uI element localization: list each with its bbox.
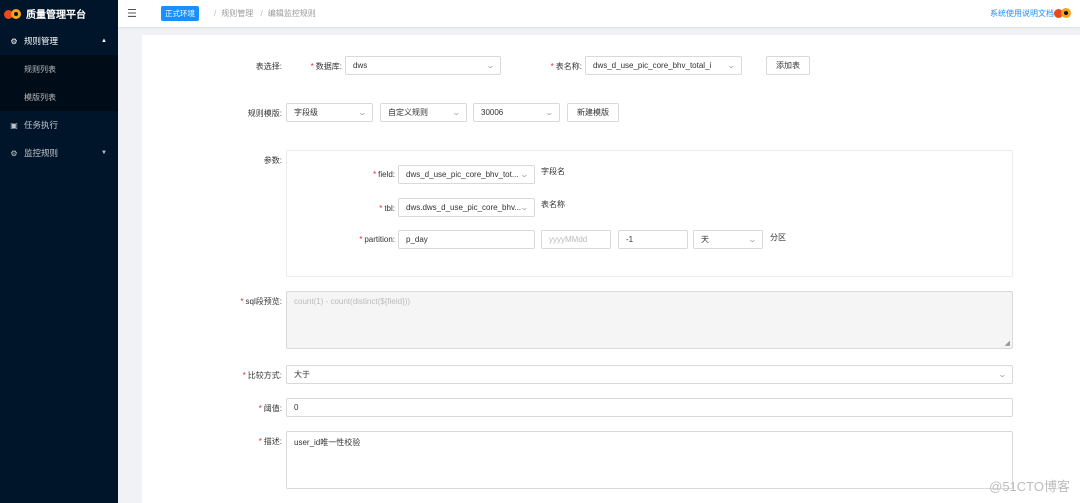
chevron-down-icon: ⌄ [544,108,555,117]
sidebar-item-label: 监控规则 [24,148,59,158]
chevron-down-icon: ⌄ [357,108,368,117]
sidebar-item-rule-management[interactable]: ⚙ 规则管理 ▲ [0,27,118,55]
compare-select[interactable]: 大于 ⌄ [286,365,1013,384]
partition-hint: 分区 [770,233,786,242]
menu-toggle-icon[interactable]: ☰ [127,7,139,20]
chevron-down-icon: ▼ [101,150,107,156]
description-label: * 描述: [258,437,282,446]
tbl-param-select[interactable]: dws.dws_d_use_pic_core_bhv... ⌄ [398,198,535,217]
app-logo-icon [4,8,22,20]
tbl-param-label: * tbl: [379,204,395,213]
chevron-down-icon: ⌄ [485,61,496,70]
gear-icon: ⚙ [10,36,18,46]
field-param-label: * field: [372,170,395,179]
environment-badge: 正式环境 [161,6,199,21]
sql-preview-textarea: count(1) - count(distinct(${field})) ◢ [286,291,1013,349]
sidebar-item-label: 规则列表 [24,64,56,74]
chevron-down-icon: ⌄ [519,170,530,179]
chevron-up-icon: ▲ [101,38,107,44]
sidebar-item-label: 规则管理 [24,36,59,46]
table-name-label: * 表名称: [550,62,582,71]
database-label: * 数据库: [310,62,342,71]
description-textarea[interactable]: user_id唯一性校验 [286,431,1013,489]
sidebar-item-label: 任务执行 [24,120,59,130]
template-type-select[interactable]: 自定义规则 ⌄ [380,103,467,122]
partition-offset-input[interactable]: -1 [618,230,688,249]
chevron-down-icon: ⌄ [726,61,737,70]
sidebar-item-task-execution[interactable]: ▣ 任务执行 [0,111,118,139]
sql-preview-label: * sql段预览: [240,297,282,306]
template-level-select[interactable]: 字段级 ⌄ [286,103,373,122]
breadcrumb-item[interactable]: 规则管理 [221,9,253,18]
chevron-down-icon: ⌄ [997,370,1008,379]
sidebar: 质量管理平台 ⚙ 规则管理 ▲ 规则列表 模版列表 ▣ 任务执行 ⚙ 监控规则 … [0,0,118,503]
params-panel [286,150,1013,277]
sidebar-submenu: 规则列表 模版列表 [0,55,118,111]
partition-unit-select[interactable]: 天 ⌄ [693,230,763,249]
sidebar-item-label: 模版列表 [24,92,56,102]
doc-link[interactable]: 系统使用说明文档 [990,8,1054,19]
resize-handle-icon[interactable]: ◢ [1005,339,1010,347]
template-id-select[interactable]: 30006 ⌄ [473,103,560,122]
edit-rule-form: 表选择: * 数据库: dws ⌄ * 表名称: dws_d_use_pic_core… [142,35,1080,503]
template-label: 规则模版: [247,109,282,118]
field-param-select[interactable]: dws_d_use_pic_core_bhv_tot... ⌄ [398,165,535,184]
breadcrumb-item: 编辑监控规则 [267,9,316,18]
chevron-down-icon: ⌄ [451,108,462,117]
gear-icon: ⚙ [10,148,18,158]
sidebar-item-template-list[interactable]: 模版列表 [0,83,118,111]
chevron-down-icon: ⌄ [519,203,530,212]
brand[interactable]: 质量管理平台 [0,0,118,27]
database-select[interactable]: dws ⌄ [345,56,501,75]
partition-param-label: * partition: [359,235,395,244]
breadcrumb: / 规则管理 / 编辑监控规则 [214,9,316,18]
sidebar-item-rule-list[interactable]: 规则列表 [0,55,118,83]
field-param-hint: 字段名 [541,167,565,176]
partition-field-input[interactable]: p_day [398,230,535,249]
table-name-select[interactable]: dws_d_use_pic_core_bhv_total_i ⌄ [585,56,742,75]
params-label: 参数: [263,156,282,165]
tbl-param-hint: 表名称 [541,200,565,209]
top-header: ☰ 正式环境 / 规则管理 / 编辑监控规则 系统使用说明文档 [118,0,1080,27]
partition-format-input[interactable]: yyyyMMdd [541,230,611,249]
task-icon: ▣ [10,120,18,130]
threshold-input[interactable]: 0 [286,398,1013,417]
add-table-button[interactable]: 添加表 [766,56,810,75]
threshold-label: * 阈值: [258,404,282,413]
chevron-down-icon: ⌄ [747,235,758,244]
compare-label: * 比较方式: [242,371,282,380]
header-logo-icon [1054,7,1072,19]
new-template-button[interactable]: 新建模版 [567,103,619,122]
sidebar-item-monitor-rules[interactable]: ⚙ 监控规则 ▼ [0,139,118,167]
app-title: 质量管理平台 [26,10,86,21]
table-select-label: 表选择: [255,62,282,71]
watermark: @51CTO博客 [989,479,1070,494]
